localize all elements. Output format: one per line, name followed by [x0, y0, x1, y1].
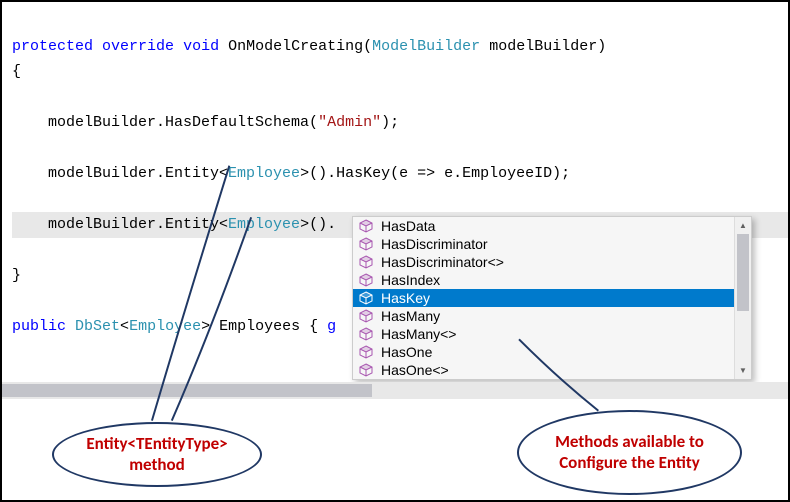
annotation-methods-available: Methods available to Configure the Entit… [517, 410, 742, 495]
intellisense-item-hasone[interactable]: HasOne<> [353, 361, 734, 379]
code-line-1: modelBuilder.HasDefaultSchema("Admin"); [12, 114, 399, 131]
intellisense-item-label: HasMany [381, 308, 440, 324]
annotation-entity-method: Entity<TEntityType> method [52, 422, 262, 487]
scroll-down-icon[interactable]: ▼ [735, 362, 751, 379]
intellisense-item-haskey[interactable]: HasKey [353, 289, 734, 307]
intellisense-item-label: HasOne<> [381, 362, 449, 378]
horizontal-scrollbar[interactable] [2, 382, 788, 399]
brace-close: } [12, 267, 21, 284]
intellisense-item-hasdiscriminator[interactable]: HasDiscriminator [353, 235, 734, 253]
brace-open: { [12, 63, 21, 80]
intellisense-item-label: HasIndex [381, 272, 440, 288]
intellisense-item-hasone[interactable]: HasOne [353, 343, 734, 361]
intellisense-item-label: HasOne [381, 344, 432, 360]
code-line-signature: protected override void OnModelCreating(… [12, 38, 606, 55]
intellisense-popup[interactable]: HasData HasDiscriminator HasDiscriminator<… [352, 216, 752, 380]
intellisense-item-label: HasKey [381, 290, 430, 306]
intellisense-item-label: HasMany<> [381, 326, 456, 342]
intellisense-list[interactable]: HasData HasDiscriminator HasDiscriminator<… [353, 217, 734, 379]
intellisense-item-hasmany[interactable]: HasMany [353, 307, 734, 325]
intellisense-item-hasdiscriminator[interactable]: HasDiscriminator<> [353, 253, 734, 271]
code-line-property: public DbSet<Employee> Employees { g [12, 318, 336, 335]
horizontal-scroll-thumb[interactable] [2, 384, 372, 397]
intellisense-item-hasdata[interactable]: HasData [353, 217, 734, 235]
scroll-up-icon[interactable]: ▲ [735, 217, 751, 234]
intellisense-item-hasmany[interactable]: HasMany<> [353, 325, 734, 343]
intellisense-item-label: HasDiscriminator<> [381, 254, 504, 270]
intellisense-item-label: HasDiscriminator [381, 236, 488, 252]
intellisense-item-hasindex[interactable]: HasIndex [353, 271, 734, 289]
code-line-2: modelBuilder.Entity<Employee>().HasKey(e… [12, 165, 570, 182]
intellisense-item-label: HasData [381, 218, 435, 234]
intellisense-scrollbar[interactable]: ▲ ▼ [734, 217, 751, 379]
scroll-thumb[interactable] [737, 234, 749, 311]
